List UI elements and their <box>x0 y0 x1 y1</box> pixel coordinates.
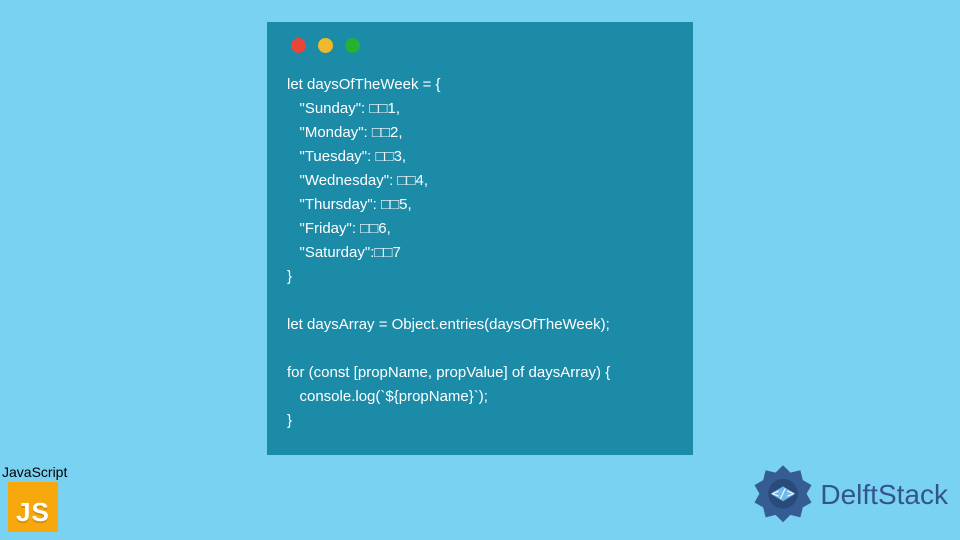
delftstack-logo-icon: </> <box>752 464 814 526</box>
delftstack-name: DelftStack <box>820 479 948 511</box>
delftstack-brand: </> DelftStack <box>752 464 948 526</box>
window-controls <box>291 38 673 53</box>
javascript-badge: JavaScript JS <box>2 464 67 532</box>
close-icon <box>291 38 306 53</box>
svg-text:</>: </> <box>772 485 794 500</box>
javascript-label: JavaScript <box>2 464 67 480</box>
maximize-icon <box>345 38 360 53</box>
javascript-logo-icon: JS <box>8 482 58 532</box>
code-content: let daysOfTheWeek = { "Sunday": □□1, "Mo… <box>287 73 673 433</box>
javascript-logo-text: JS <box>16 497 50 528</box>
code-window: let daysOfTheWeek = { "Sunday": □□1, "Mo… <box>267 22 693 455</box>
minimize-icon <box>318 38 333 53</box>
